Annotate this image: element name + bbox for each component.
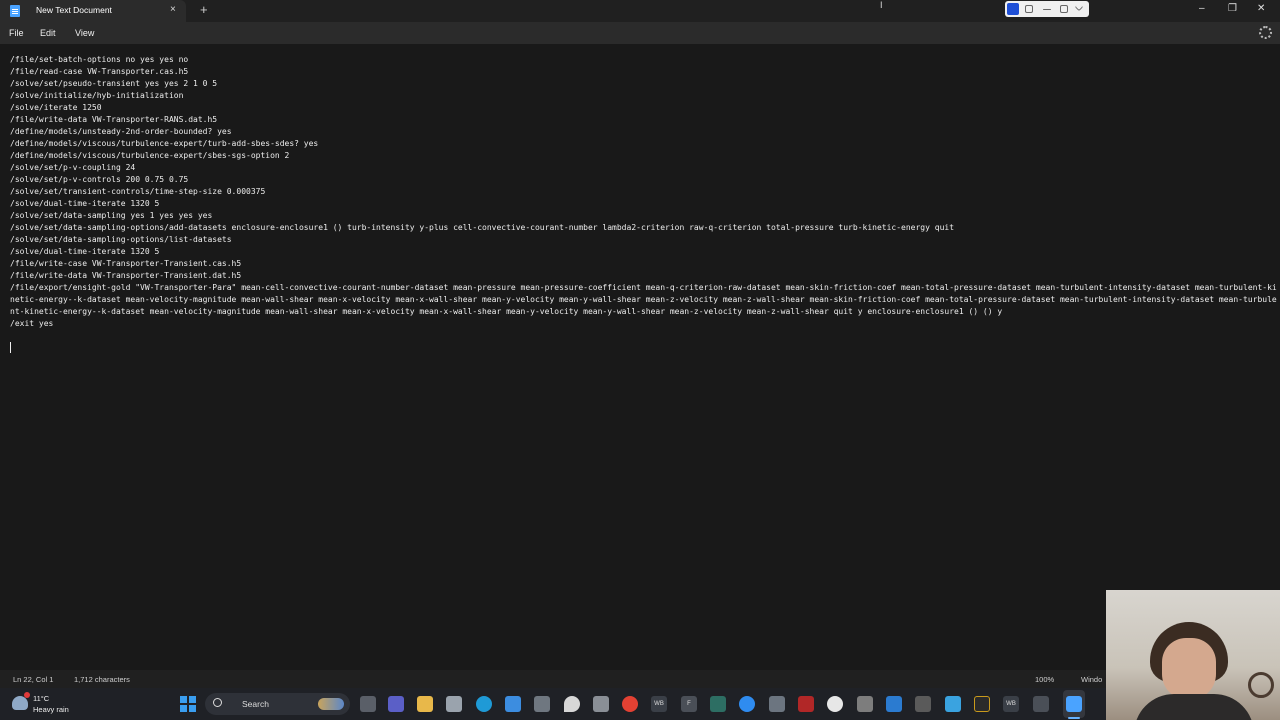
taskbar-search[interactable]: Search <box>205 693 350 715</box>
workbench-2-icon[interactable]: WB <box>1003 696 1019 712</box>
taskbar: 11°C Heavy rain Search WB F WB <box>0 688 1106 720</box>
notepad-taskbar-icon[interactable] <box>1066 696 1082 712</box>
character-count: 1,712 characters <box>74 675 130 684</box>
game-icon[interactable] <box>915 696 931 712</box>
title-bar: New Text Document × + I – ❐ ✕ <box>0 0 1280 22</box>
editor-line[interactable]: /solve/set/p-v-controls 200 0.75 0.75 <box>10 174 1278 186</box>
workbench-icon[interactable]: WB <box>651 696 667 712</box>
solidworks-icon[interactable] <box>798 696 814 712</box>
text-caret <box>10 342 11 353</box>
screen-recorder-toolbar[interactable] <box>1005 1 1089 17</box>
recorder-chevron-icon[interactable] <box>1074 2 1084 12</box>
editor-line[interactable]: /exit yes <box>10 318 1278 330</box>
weather-alert-badge <box>24 692 30 698</box>
cursor-position: Ln 22, Col 1 <box>13 675 54 684</box>
calculator-icon[interactable] <box>769 696 785 712</box>
editor-line[interactable]: /solve/dual-time-iterate 1320 5 <box>10 246 1278 258</box>
background-lamp <box>1248 672 1274 698</box>
recorder-logo-icon <box>1007 3 1019 15</box>
webcam-overlay <box>1106 590 1280 720</box>
fluent-2-icon[interactable] <box>1033 696 1049 712</box>
zoom-icon[interactable] <box>739 696 755 712</box>
search-icon <box>213 698 222 707</box>
active-app-indicator <box>1068 717 1080 719</box>
editor-line[interactable]: /define/models/viscous/turbulence-expert… <box>10 150 1278 162</box>
weather-rain-icon[interactable] <box>12 696 28 710</box>
paint-icon[interactable] <box>886 696 902 712</box>
fluent-icon[interactable]: F <box>681 696 697 712</box>
edge-icon[interactable] <box>476 696 492 712</box>
screen: New Text Document × + I – ❐ ✕ File Edit … <box>0 0 1280 720</box>
fences-icon[interactable] <box>974 696 990 712</box>
tab-close-button[interactable]: × <box>170 4 176 15</box>
menu-bar: File Edit View <box>0 22 1280 44</box>
windows-start-icon[interactable] <box>180 696 196 712</box>
notepad-icon <box>10 5 20 17</box>
editor-line[interactable]: /solve/set/data-sampling-options/list-da… <box>10 234 1278 246</box>
tab-new-text-document[interactable]: New Text Document × <box>0 0 186 22</box>
search-label: Search <box>242 699 269 709</box>
menu-view[interactable]: View <box>75 28 94 38</box>
presenter-face <box>1162 638 1216 700</box>
settings-gear-icon[interactable] <box>1259 26 1272 39</box>
printer-icon[interactable] <box>857 696 873 712</box>
weather-temperature[interactable]: 11°C <box>33 694 49 703</box>
editor-line[interactable] <box>10 330 1278 342</box>
store-icon[interactable] <box>505 696 521 712</box>
editor-line[interactable]: /file/export/ensight-gold "VW-Transporte… <box>10 282 1278 318</box>
editor-line[interactable]: /file/write-data VW-Transporter-Transien… <box>10 270 1278 282</box>
search-highlight-art <box>318 698 344 710</box>
spaceclaim-icon[interactable] <box>710 696 726 712</box>
editor-line[interactable]: /define/models/viscous/turbulence-expert… <box>10 138 1278 150</box>
close-button[interactable]: ✕ <box>1257 3 1265 14</box>
recorder-minimize-icon[interactable] <box>1043 9 1051 10</box>
maximize-button[interactable]: ❐ <box>1228 3 1237 14</box>
media-icon[interactable] <box>827 696 843 712</box>
presenter-body <box>1134 694 1254 720</box>
mouse-cursor-icon: I <box>880 0 883 10</box>
teams-icon[interactable] <box>388 696 404 712</box>
menu-file[interactable]: File <box>9 28 24 38</box>
task-view-icon[interactable] <box>360 696 376 712</box>
editor-line[interactable]: /solve/initialize/hyb-initialization <box>10 90 1278 102</box>
editor-line[interactable]: /solve/set/data-sampling yes 1 yes yes y… <box>10 210 1278 222</box>
editor-line[interactable]: /solve/iterate 1250 <box>10 102 1278 114</box>
snipping-tool-icon[interactable] <box>534 696 550 712</box>
desktop-icon[interactable] <box>945 696 961 712</box>
photos-icon[interactable] <box>446 696 462 712</box>
terminal-icon[interactable] <box>593 696 609 712</box>
line-ending[interactable]: Windo <box>1081 675 1102 684</box>
new-tab-button[interactable]: + <box>200 2 208 17</box>
text-editor[interactable]: /file/set-batch-options no yes yes no/fi… <box>0 44 1280 670</box>
editor-line[interactable]: /solve/set/data-sampling-options/add-dat… <box>10 222 1278 234</box>
editor-line[interactable]: /file/set-batch-options no yes yes no <box>10 54 1278 66</box>
status-bar: Ln 22, Col 1 1,712 characters 100% Windo <box>0 670 1280 688</box>
editor-line[interactable]: /file/write-data VW-Transporter-RANS.dat… <box>10 114 1278 126</box>
maps-icon[interactable] <box>564 696 580 712</box>
editor-content[interactable]: /file/set-batch-options no yes yes no/fi… <box>10 54 1278 342</box>
weather-description[interactable]: Heavy rain <box>33 705 69 714</box>
editor-line[interactable]: /define/models/unsteady-2nd-order-bounde… <box>10 126 1278 138</box>
editor-line[interactable]: /solve/set/transient-controls/time-step-… <box>10 186 1278 198</box>
editor-line[interactable]: /file/read-case VW-Transporter.cas.h5 <box>10 66 1278 78</box>
tab-title: New Text Document <box>36 5 112 15</box>
zoom-level[interactable]: 100% <box>1035 675 1054 684</box>
menu-edit[interactable]: Edit <box>40 28 56 38</box>
editor-line[interactable]: /file/write-case VW-Transporter-Transien… <box>10 258 1278 270</box>
recorder-camera-icon[interactable] <box>1025 5 1033 13</box>
file-explorer-icon[interactable] <box>417 696 433 712</box>
editor-line[interactable]: /solve/dual-time-iterate 1320 5 <box>10 198 1278 210</box>
minimize-button[interactable]: – <box>1199 3 1205 14</box>
editor-line[interactable]: /solve/set/p-v-coupling 24 <box>10 162 1278 174</box>
recorder-expand-icon[interactable] <box>1060 5 1068 13</box>
editor-line[interactable]: /solve/set/pseudo-transient yes yes 2 1 … <box>10 78 1278 90</box>
chrome-icon[interactable] <box>622 696 638 712</box>
